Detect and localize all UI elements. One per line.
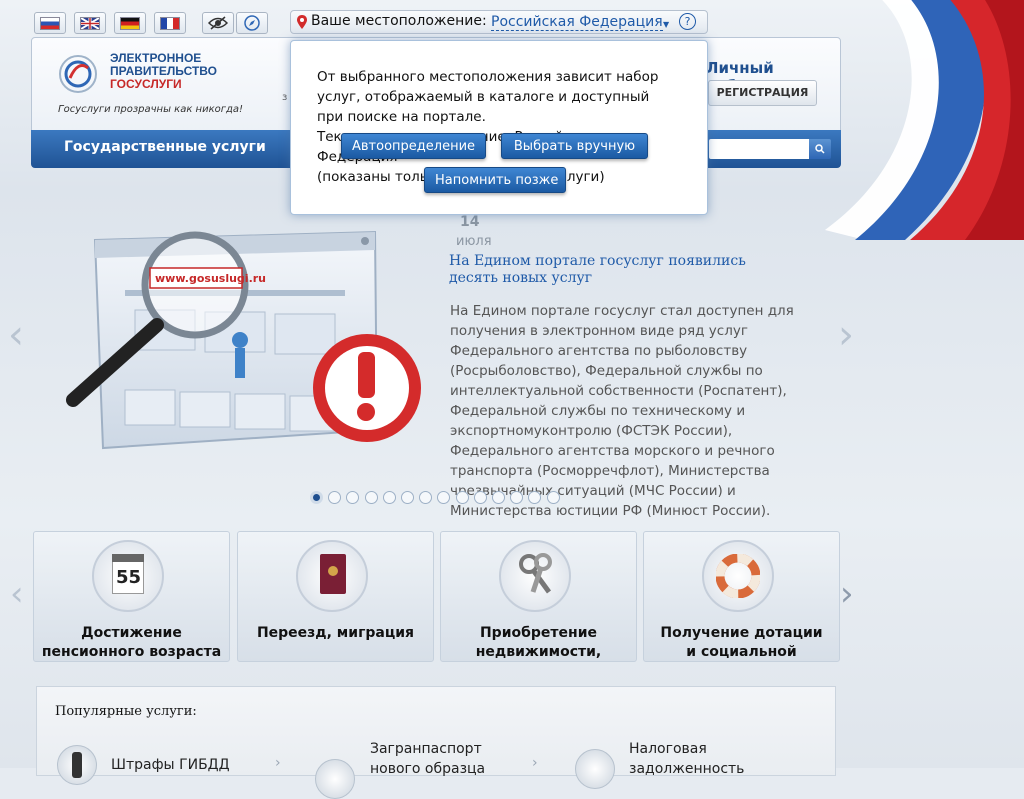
gosuslugi-logo-icon (59, 55, 97, 93)
news-body-line: транспорта (Росморречфлот), Министерства (450, 463, 770, 479)
category-label: Получение дотации и социальной (660, 625, 823, 660)
header-small-text: з (282, 92, 288, 103)
auto-detect-button[interactable]: Автоопределение (341, 133, 486, 159)
flag-uk-icon (80, 16, 100, 30)
flag-ru-icon (40, 16, 60, 30)
popular-services-panel: Популярные услуги: Штрафы ГИБДД › Загран… (36, 686, 836, 799)
slider-dot[interactable] (310, 491, 323, 504)
flag-fr-button[interactable] (154, 12, 186, 34)
slider-dot[interactable] (473, 491, 487, 504)
popup-text-line3: при поиске на портале. (317, 109, 486, 125)
news-illustration: www.gosuslugi.ru (66, 230, 421, 450)
chevron-down-icon: ▼ (663, 20, 670, 29)
category-label: Приобретение недвижимости, (475, 625, 602, 660)
slider-next-icon[interactable]: › (838, 312, 854, 358)
news-day: 14 (460, 214, 480, 230)
tax-icon (575, 749, 615, 789)
category-tile-migration[interactable]: Переезд, миграция (237, 531, 434, 662)
location-popup: От выбранного местоположения зависит наб… (290, 40, 708, 215)
news-body-line: экспортномуконтролю (ФСТЭК России), (450, 423, 733, 439)
news-body-line: чрезвычайных ситуаций (МЧС России) и (450, 483, 736, 499)
news-body-line: (Росрыболовство), Федеральной службы по (450, 363, 763, 379)
news-body-line: Федерального агентства по рыболовству (450, 343, 748, 359)
flag-de-button[interactable] (114, 12, 146, 34)
nav-services-link[interactable]: Государственные услуги (64, 139, 266, 155)
slider-dot[interactable] (401, 491, 414, 504)
flag-ru-button[interactable] (34, 12, 66, 34)
calendar-icon-text: 55 (116, 567, 142, 588)
search-button[interactable] (809, 139, 831, 159)
accessibility-button[interactable] (202, 12, 234, 34)
chevron-right-icon: › (532, 755, 538, 771)
category-tile-realestate[interactable]: Приобретение недвижимости, (440, 531, 637, 662)
news-slider: ‹ › www.gosuslugi.ru 14 июля На Едином п… (0, 190, 1024, 520)
compass-icon (244, 15, 260, 31)
traffic-light-icon (57, 745, 97, 785)
news-body-line: Федерального агентства морского и речног… (450, 443, 775, 459)
passport-small-icon (315, 759, 355, 799)
help-icon[interactable]: ? (679, 13, 696, 30)
news-title-line2: десять новых услуг (449, 270, 593, 286)
category-tile-subsidy[interactable]: Получение дотации и социальной (643, 531, 840, 662)
popular-item-fines[interactable]: Штрафы ГИБДД (111, 755, 230, 775)
flag-en-button[interactable] (74, 12, 106, 34)
news-body-line: получения в электронном виде ряд услуг (450, 323, 748, 339)
lifebuoy-icon (702, 540, 774, 612)
slider-dot[interactable] (492, 491, 505, 504)
calendar-icon: 55 (92, 540, 164, 612)
logo-text[interactable]: ЭЛЕКТРОННОЕ ПРАВИТЕЛЬСТВО ГОСУСЛУГИ (110, 52, 217, 91)
news-body-line: Федеральной службы по техническому и (450, 403, 746, 419)
search-icon (815, 144, 825, 154)
category-tile-pension[interactable]: 55 Достижение пенсионного возраста (33, 531, 230, 662)
popular-title: Популярные услуги: (55, 704, 197, 719)
flag-fr-icon (160, 16, 180, 30)
location-label: Ваше местоположение: (311, 13, 487, 29)
news-title-link[interactable]: На Едином портале госуслуг появились дес… (449, 253, 746, 287)
search-input[interactable] (709, 139, 809, 159)
location-value-link[interactable]: Российская Федерация (491, 14, 663, 31)
tiles-prev-icon[interactable]: ‹ (10, 574, 24, 614)
news-body-line: На Едином портале госуслуг стал доступен… (450, 303, 794, 319)
eye-icon (208, 16, 228, 30)
flag-de-icon (120, 16, 140, 30)
slider-prev-icon[interactable]: ‹ (8, 312, 24, 358)
slider-dot[interactable] (364, 491, 378, 504)
slider-dot[interactable] (546, 491, 560, 504)
news-body: На Едином портале госуслуг стал доступен… (450, 301, 840, 521)
popup-text-line2: услуг, отображаемый в каталоге и доступн… (317, 89, 650, 105)
news-body-line: Министерства юстиции РФ (Минюст России). (450, 503, 771, 519)
location-pin-icon (297, 15, 307, 29)
news-title-line1: На Едином портале госуслуг появились (449, 253, 746, 269)
popular-item-tax[interactable]: Налоговая задолженность (629, 739, 744, 779)
slider-dot[interactable] (455, 491, 469, 504)
remind-later-button[interactable]: Напомнить позже (424, 167, 566, 193)
logo-line3: ГОСУСЛУГИ (110, 77, 182, 91)
keys-icon (499, 540, 571, 612)
news-month: июля (456, 234, 492, 249)
tiles-next-icon[interactable]: › (840, 574, 854, 614)
popup-text-line1: От выбранного местоположения зависит наб… (317, 69, 659, 85)
popular-item-passport[interactable]: Загранпаспорт нового образца (370, 739, 485, 779)
slider-dot[interactable] (382, 491, 396, 504)
passport-icon (296, 540, 368, 612)
illustration-url: www.gosuslugi.ru (155, 272, 266, 285)
chevron-right-icon: › (275, 755, 281, 771)
category-label: Переезд, миграция (256, 625, 415, 641)
news-body-line: интеллектуальной собственности (Роспатен… (450, 383, 787, 399)
choose-manually-button[interactable]: Выбрать вручную (501, 133, 648, 159)
logo-slogan: Госуслуги прозрачны как никогда! (58, 104, 244, 115)
compass-button[interactable] (236, 12, 268, 34)
category-label: Достижение пенсионного возраста (41, 625, 222, 660)
register-button[interactable]: РЕГИСТРАЦИЯ (708, 80, 817, 106)
location-bar: Ваше местоположение: Российская Федераци… (290, 10, 708, 34)
